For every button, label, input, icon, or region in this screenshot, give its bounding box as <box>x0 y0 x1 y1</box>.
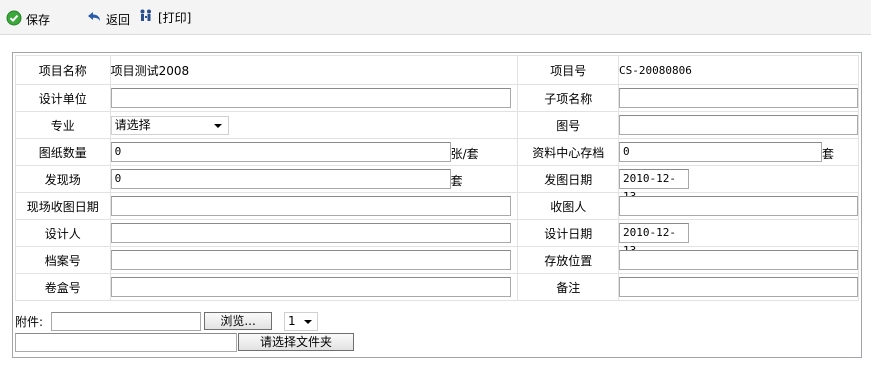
project-no-value: CS-20080806 <box>617 55 860 85</box>
form-row: 设计人 设计日期 2010-12-13 <box>15 219 860 257</box>
back-button[interactable]: 返回 <box>86 10 130 28</box>
form-table: 项目名称 项目测试2008 项目号 CS-20080806 设计单位 子项名称 … <box>15 55 860 301</box>
select-folder-button[interactable]: 请选择文件夹 <box>238 333 354 351</box>
subitem-name-label: 子项名称 <box>517 84 619 112</box>
drawing-count-label: 图纸数量 <box>15 138 111 166</box>
specialty-label: 专业 <box>15 111 111 139</box>
toolbar: 保存 返回 [打印] <box>0 0 871 35</box>
site-sent-unit: 套 <box>450 174 463 188</box>
site-sent-label: 发现场 <box>15 165 111 193</box>
drawing-no-input[interactable] <box>618 115 858 135</box>
attachment-label: 附件: <box>15 314 44 329</box>
form-row: 档案号 存放位置 <box>15 246 860 274</box>
chevron-down-icon <box>304 319 313 324</box>
browse-button[interactable]: 浏览... <box>204 312 273 330</box>
storage-location-label: 存放位置 <box>517 246 619 274</box>
issue-date-label: 发图日期 <box>517 165 619 193</box>
back-label: 返回 <box>106 12 131 27</box>
attachment-path-input[interactable] <box>51 311 202 331</box>
specialty-selected-value: 请选择 <box>114 117 151 132</box>
save-button[interactable]: 保存 <box>6 10 50 28</box>
check-circle-icon <box>6 10 22 29</box>
attachment-count-select[interactable]: 1 <box>284 311 319 331</box>
archive-no-input[interactable] <box>110 250 511 270</box>
drawing-count-input[interactable]: 0 <box>110 142 451 162</box>
project-no-label: 项目号 <box>517 55 619 85</box>
designer-label: 设计人 <box>15 219 111 247</box>
remarks-input[interactable] <box>618 277 858 297</box>
remarks-label: 备注 <box>517 273 619 301</box>
print-label: [打印] <box>158 10 192 25</box>
form-row: 设计单位 子项名称 <box>15 84 860 112</box>
attachment-count-value: 1 <box>288 313 296 328</box>
designer-input[interactable] <box>110 223 511 243</box>
folder-path-input[interactable] <box>15 332 237 352</box>
box-no-label: 卷盒号 <box>15 273 111 301</box>
form-row: 现场收图日期 收图人 <box>15 192 860 220</box>
site-receive-date-input[interactable] <box>110 196 511 216</box>
project-name-value: 项目测试2008 <box>109 55 519 85</box>
storage-location-input[interactable] <box>618 250 858 270</box>
drawing-count-unit: 张/套 <box>450 147 479 161</box>
design-unit-label: 设计单位 <box>15 84 111 112</box>
drawing-no-label: 图号 <box>517 111 619 139</box>
receiver-label: 收图人 <box>517 192 619 220</box>
archive-center-label: 资料中心存档 <box>517 138 619 166</box>
form-panel: 项目名称 项目测试2008 项目号 CS-20080806 设计单位 子项名称 … <box>12 52 862 358</box>
form-row: 发现场 0套 发图日期 2010-12-13 <box>15 165 860 203</box>
archive-no-label: 档案号 <box>15 246 111 274</box>
print-button[interactable]: [打印] <box>138 8 191 26</box>
form-row: 图纸数量 0 张/套 资料中心存档 0套 <box>15 138 860 166</box>
design-date-label: 设计日期 <box>517 219 619 247</box>
form-row: 项目名称 项目测试2008 项目号 CS-20080806 <box>15 55 860 85</box>
archive-center-unit: 套 <box>821 147 834 161</box>
form-row: 专业 请选择 图号 <box>15 111 860 139</box>
chevron-down-icon <box>213 123 222 128</box>
form-row: 卷盒号 备注 <box>15 273 860 301</box>
people-icon <box>138 8 154 27</box>
project-name-label: 项目名称 <box>15 55 111 85</box>
site-receive-date-label: 现场收图日期 <box>15 192 111 220</box>
issue-date-input[interactable]: 2010-12-13 <box>618 169 689 203</box>
save-label: 保存 <box>26 12 51 27</box>
design-date-input[interactable]: 2010-12-13 <box>618 223 689 257</box>
archive-center-input[interactable]: 0 <box>618 142 822 162</box>
back-arrow-icon <box>86 10 102 29</box>
subitem-name-input[interactable] <box>618 88 858 108</box>
specialty-select[interactable]: 请选择 <box>110 115 229 135</box>
attachment-section: 附件: 浏览... 1 请选择文件夹 <box>15 311 354 352</box>
design-unit-input[interactable] <box>110 88 511 108</box>
site-sent-input[interactable]: 0 <box>110 169 451 189</box>
receiver-input[interactable] <box>618 196 858 216</box>
box-no-input[interactable] <box>110 277 511 297</box>
